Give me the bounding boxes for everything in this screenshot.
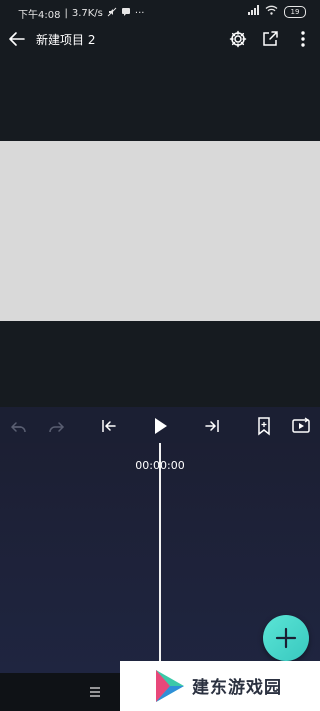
play-icon[interactable]: [149, 415, 171, 437]
more-notifications-icon: ···: [134, 8, 145, 19]
undo-icon[interactable]: [8, 415, 30, 437]
status-bar: 下午4:08 | 3.7K/s ··· 19: [0, 0, 320, 24]
watermark-banner: 建东游戏园: [120, 661, 320, 711]
add-media-button[interactable]: [263, 615, 309, 661]
message-icon: [121, 7, 131, 20]
back-arrow-icon[interactable]: [6, 28, 28, 50]
status-right: 19: [247, 5, 306, 18]
status-time: 下午4:08: [18, 10, 61, 21]
more-options-icon[interactable]: [292, 28, 314, 50]
export-share-icon[interactable]: [259, 28, 281, 50]
status-separator: |: [64, 8, 68, 19]
redo-icon[interactable]: [45, 415, 67, 437]
wifi-icon: [265, 5, 278, 18]
skip-to-start-icon[interactable]: [98, 415, 120, 437]
status-net-speed: 3.7K/s: [71, 8, 103, 19]
playback-controls: [0, 407, 320, 443]
menu-icon[interactable]: [86, 683, 104, 701]
watermark-text: 建东游戏园: [192, 678, 282, 698]
mute-icon: [107, 7, 117, 20]
top-toolbar: 新建项目 2: [0, 24, 320, 54]
watermark-logo-icon: [150, 666, 188, 706]
settings-gear-icon[interactable]: [227, 28, 249, 50]
battery-icon: 19: [284, 5, 306, 18]
skip-to-end-icon[interactable]: [201, 415, 223, 437]
bookmark-add-icon[interactable]: [253, 415, 275, 437]
preview-canvas[interactable]: [0, 141, 320, 321]
project-title: 新建项目 2: [36, 33, 96, 47]
signal-icon: [247, 5, 259, 18]
preview-padding-top: [0, 54, 320, 141]
playhead-line[interactable]: [159, 443, 161, 673]
loop-playback-icon[interactable]: [290, 415, 312, 437]
plus-icon: [275, 627, 297, 649]
preview-padding-bottom: [0, 321, 320, 407]
status-left: 下午4:08 | 3.7K/s ···: [18, 6, 144, 21]
